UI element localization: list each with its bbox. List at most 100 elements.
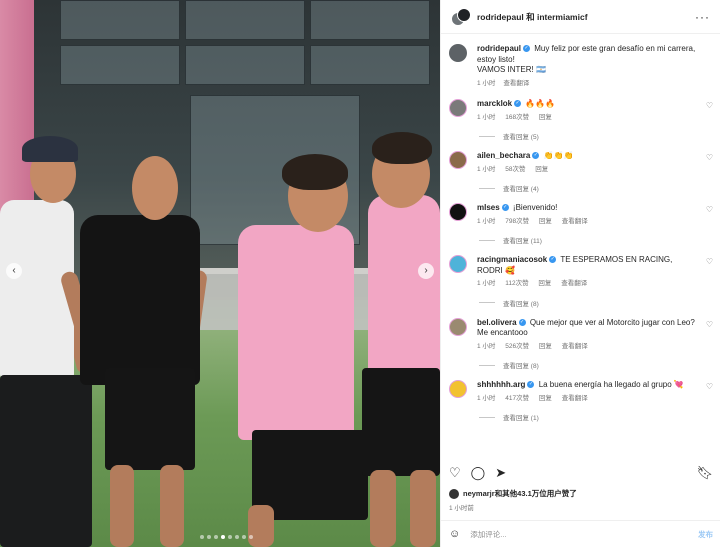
replies-divider [479, 187, 495, 189]
comment-row: ailen_bechara ✓ 👏👏👏 1 小时 58次赞 回复 ♡ [441, 141, 720, 175]
replies-divider [479, 239, 495, 241]
view-replies[interactable]: 查看回复 (8) [479, 360, 720, 370]
avatar[interactable] [449, 255, 467, 273]
heart-icon[interactable]: ♡ [706, 101, 713, 110]
view-replies[interactable]: 查看回复 (11) [479, 235, 720, 245]
view-replies-label[interactable]: 查看回复 (5) [503, 131, 539, 141]
heart-icon[interactable]: ♡ [706, 153, 713, 162]
photo-window [60, 0, 180, 40]
comment-row: mlses ✓ ¡Bienvenido! 1 小时 798次赞 回复 查看翻译 ♡ [441, 193, 720, 227]
post-caption: rodridepaul ✓ Muy feliz por este gran des… [441, 34, 720, 89]
post-author-title[interactable]: rodridepaul 和 intermiamicf [477, 11, 695, 23]
comment-username[interactable]: bel.olivera [477, 318, 517, 327]
post-photo[interactable]: ‹ › [0, 0, 440, 547]
carousel-dot [207, 535, 211, 539]
reply-link[interactable]: 回复 [539, 343, 552, 350]
comments-list[interactable]: rodridepaul ✓ Muy feliz por este gran des… [441, 34, 720, 456]
comment-likes[interactable]: 168次赞 [505, 114, 529, 121]
view-replies-label[interactable]: 查看回复 (8) [503, 298, 539, 308]
see-translation-link[interactable]: 查看翻译 [562, 343, 588, 350]
reply-link[interactable]: 回复 [539, 395, 552, 402]
reply-link[interactable]: 回复 [535, 166, 548, 173]
liker-username[interactable]: neymarjr [463, 489, 495, 498]
comment-item: marcklok ✓ 🔥🔥🔥 1 小时 168次赞 回复 ♡ 查看回复 (5) [441, 89, 720, 141]
carousel-dot [200, 535, 204, 539]
emoji-icon[interactable]: ☺ [449, 528, 460, 540]
avatar[interactable] [449, 151, 467, 169]
reply-link[interactable]: 回复 [538, 280, 551, 287]
post-comment-button[interactable]: 发布 [698, 529, 713, 540]
comment-username[interactable]: shhhhhh.arg [477, 380, 525, 389]
comment-item: shhhhhh.arg ✓ La buena energía ha llegado… [441, 370, 720, 422]
comment-input[interactable]: 添加评论... [470, 529, 698, 540]
caption-time: 1 小时 [477, 79, 496, 87]
avatar[interactable] [449, 44, 467, 62]
photo-window [310, 45, 430, 85]
carousel-dot [214, 535, 218, 539]
comment-username[interactable]: ailen_bechara [477, 151, 530, 160]
likes-text: 和其他43.1万位用户赞了 [494, 489, 577, 498]
heart-icon[interactable]: ♡ [706, 205, 713, 214]
comment-row: shhhhhh.arg ✓ La buena energía ha llegado… [441, 370, 720, 404]
comment-likes[interactable]: 58次赞 [505, 166, 525, 173]
view-replies-label[interactable]: 查看回复 (11) [503, 235, 542, 245]
verified-badge-icon: ✓ [523, 45, 531, 53]
view-replies[interactable]: 查看回复 (1) [479, 412, 720, 422]
post-time: 1 小时前 [449, 505, 474, 512]
replies-divider [479, 135, 495, 137]
comment-likes[interactable]: 798次赞 [505, 218, 529, 225]
author-avatar[interactable] [451, 7, 471, 26]
verified-badge-icon: ✓ [532, 152, 540, 160]
see-translation-link[interactable]: 查看翻译 [562, 218, 588, 225]
view-replies[interactable]: 查看回复 (5) [479, 131, 720, 141]
reply-link[interactable]: 回复 [539, 218, 552, 225]
heart-icon[interactable]: ♡ [449, 465, 461, 481]
comment-likes[interactable]: 526次赞 [505, 343, 529, 350]
see-translation-link[interactable]: 查看翻译 [561, 280, 587, 287]
verified-badge-icon: ✓ [518, 318, 526, 326]
carousel-next-icon[interactable]: › [418, 263, 434, 279]
comment-row: racingmaniacosok ✓ TE ESPERAMOS EN RACING… [441, 245, 720, 290]
comment-username[interactable]: mlses [477, 203, 500, 212]
comment-item: ailen_bechara ✓ 👏👏👏 1 小时 58次赞 回复 ♡ 查看回复 (… [441, 141, 720, 193]
photo-window [185, 45, 305, 85]
send-icon[interactable]: ➤ [495, 465, 506, 481]
verified-badge-icon: ✓ [514, 100, 522, 108]
heart-icon[interactable]: ♡ [706, 257, 713, 266]
comment-username[interactable]: racingmaniacosok [477, 255, 547, 264]
comment-item: racingmaniacosok ✓ TE ESPERAMOS EN RACING… [441, 245, 720, 308]
comment-text: ¡Bienvenido! [512, 203, 558, 212]
comment-username[interactable]: marcklok [477, 99, 512, 108]
comment-likes[interactable]: 112次赞 [505, 280, 528, 287]
reply-link[interactable]: 回复 [539, 114, 552, 121]
photo-window [310, 0, 430, 40]
comment-item: bel.olivera ✓ Que mejor que ver al Motorc… [441, 308, 720, 370]
comment-time: 1 小时 [477, 113, 496, 121]
more-horizontal-icon[interactable]: ··· [695, 10, 710, 24]
carousel-dot [221, 535, 225, 539]
comment-icon[interactable]: ◯ [471, 465, 486, 481]
heart-icon[interactable]: ♡ [706, 382, 713, 391]
view-replies-label[interactable]: 查看回复 (8) [503, 360, 539, 370]
caption-username[interactable]: rodridepaul [477, 44, 521, 53]
liker-avatar [449, 488, 459, 499]
avatar[interactable] [449, 317, 467, 336]
see-translation-link[interactable]: 查看翻译 [562, 395, 588, 402]
comment-time: 1 小时 [477, 280, 496, 287]
view-replies[interactable]: 查看回复 (4) [479, 183, 720, 193]
comment-likes[interactable]: 417次赞 [505, 395, 529, 402]
carousel-prev-icon[interactable]: ‹ [6, 263, 22, 279]
avatar[interactable] [449, 99, 467, 117]
avatar[interactable] [449, 203, 467, 221]
photo-window [185, 0, 305, 40]
view-replies-label[interactable]: 查看回复 (1) [503, 412, 539, 422]
bookmark-icon[interactable]: 🔖︎ [696, 465, 713, 481]
avatar[interactable] [449, 380, 467, 398]
view-replies[interactable]: 查看回复 (8) [479, 298, 720, 308]
likes-summary[interactable]: neymarjr 和其他43.1万位用户赞了 [449, 488, 577, 499]
post-detail-panel: rodridepaul 和 intermiamicf ··· rodridepa… [440, 0, 720, 547]
view-replies-label[interactable]: 查看回复 (4) [503, 183, 539, 193]
see-translation-link[interactable]: 查看翻译 [503, 80, 529, 87]
heart-icon[interactable]: ♡ [706, 320, 713, 329]
comment-text: La buena energía ha llegado al grupo 💘 [538, 380, 684, 389]
